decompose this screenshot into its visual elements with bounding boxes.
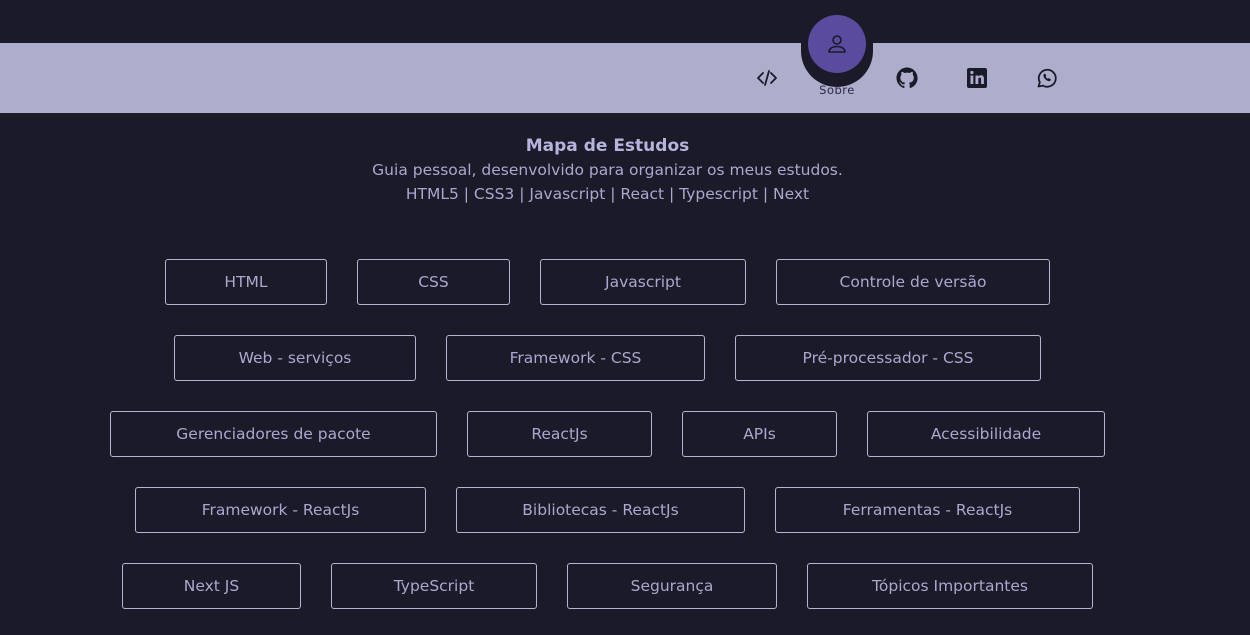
nav-link-projects[interactable] — [737, 43, 797, 113]
topic-security-button[interactable]: Segurança — [567, 563, 777, 609]
nav-link-about[interactable] — [808, 15, 866, 73]
topic-css-framework-button[interactable]: Framework - CSS — [446, 335, 705, 381]
topic-react-libraries-button[interactable]: Bibliotecas - ReactJs — [456, 487, 745, 533]
topic-version-control-button[interactable]: Controle de versão — [776, 259, 1050, 305]
topic-accessibility-button[interactable]: Acessibilidade — [867, 411, 1105, 457]
linkedin-icon — [967, 68, 987, 88]
topic-css-button[interactable]: CSS — [357, 259, 510, 305]
page: Sobre Mapa de Estudos Guia pessoal, dese… — [0, 0, 1250, 635]
tech-list: HTML5 | CSS3 | Javascript | React | Type… — [405, 185, 810, 203]
topic-javascript-button[interactable]: Javascript — [540, 259, 746, 305]
nav-link-whatsapp[interactable] — [1017, 43, 1077, 113]
topic-nextjs-button[interactable]: Next JS — [122, 563, 301, 609]
topic-row-3: Gerenciadores de pacote ReactJs APIs Ace… — [0, 411, 1215, 457]
topic-react-framework-button[interactable]: Framework - ReactJs — [135, 487, 426, 533]
topic-important-topics-button[interactable]: Tópicos Importantes — [807, 563, 1093, 609]
user-icon — [828, 35, 846, 53]
page-header: Mapa de Estudos Guia pessoal, desenvolvi… — [0, 134, 1215, 206]
topic-react-tools-button[interactable]: Ferramentas - ReactJs — [775, 487, 1080, 533]
nav-link-linkedin[interactable] — [947, 43, 1007, 113]
topic-web-services-button[interactable]: Web - serviços — [174, 335, 416, 381]
page-subtitle: Guia pessoal, desenvolvido para organiza… — [372, 161, 843, 179]
topic-typescript-button[interactable]: TypeScript — [331, 563, 537, 609]
whatsapp-icon — [1037, 68, 1057, 88]
code-icon — [757, 70, 777, 86]
topic-apis-button[interactable]: APIs — [682, 411, 837, 457]
topic-row-2: Web - serviços Framework - CSS Pré-proce… — [0, 335, 1215, 381]
nav-link-github[interactable] — [877, 43, 937, 113]
topic-css-preprocessor-button[interactable]: Pré-processador - CSS — [735, 335, 1041, 381]
topic-reactjs-button[interactable]: ReactJs — [467, 411, 652, 457]
topic-row-1: HTML CSS Javascript Controle de versão — [0, 259, 1215, 305]
nav-active-label[interactable]: Sobre — [797, 83, 877, 97]
topic-html-button[interactable]: HTML — [165, 259, 327, 305]
topic-row-4: Framework - ReactJs Bibliotecas - ReactJ… — [0, 487, 1215, 533]
page-title: Mapa de Estudos — [525, 136, 690, 156]
topic-row-5: Next JS TypeScript Segurança Tópicos Imp… — [0, 563, 1215, 609]
topic-package-managers-button[interactable]: Gerenciadores de pacote — [110, 411, 437, 457]
github-icon — [896, 67, 918, 89]
